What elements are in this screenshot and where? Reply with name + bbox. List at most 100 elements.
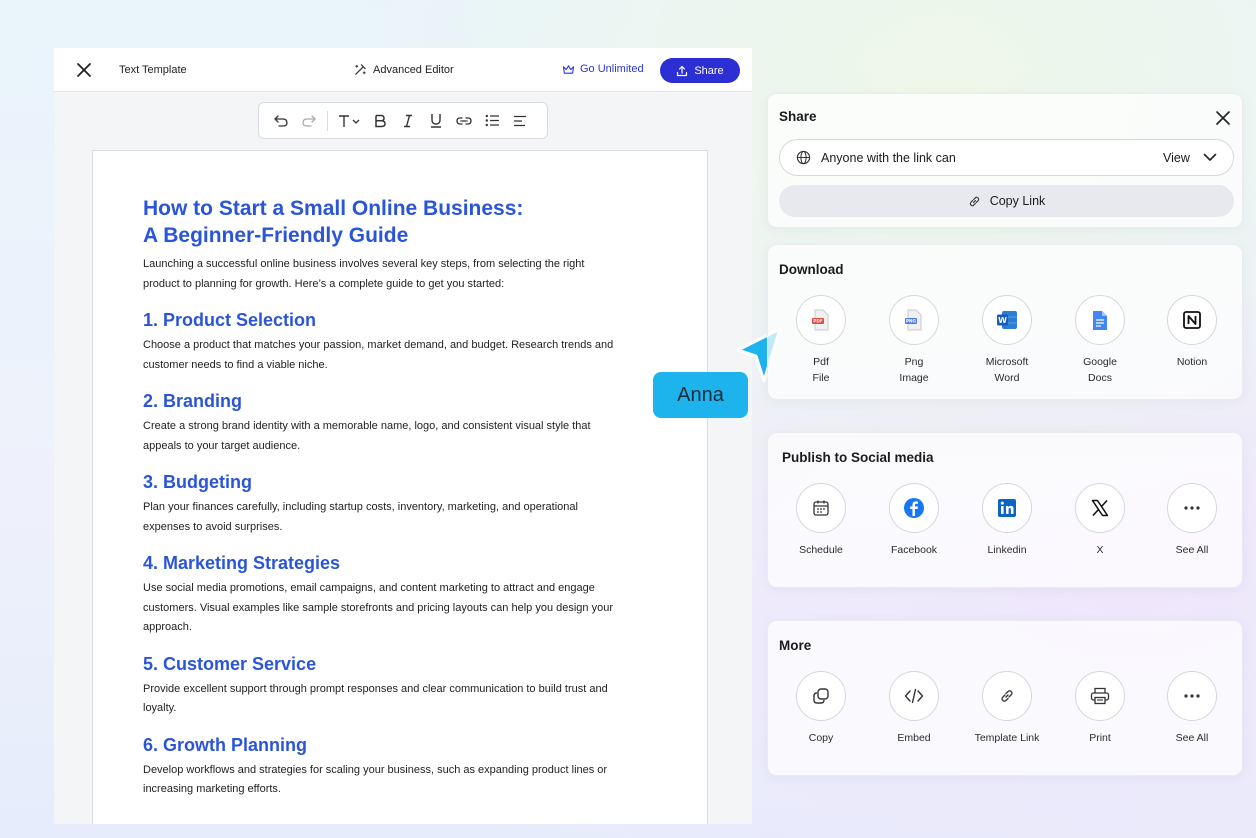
bullet-list-icon [485,114,499,127]
more-item-circle[interactable] [796,671,846,721]
more-item-template-link[interactable]: Template Link [964,671,1050,746]
section-text-line: expenses to avoid surprises. [143,520,283,533]
more-item-copy[interactable]: Copy [778,671,864,746]
section-heading: 4. Marketing Strategies [143,553,341,573]
link-icon [456,116,472,125]
social-item-label: See All [1175,544,1209,556]
toolbar-divider [327,110,328,131]
svg-text:W: W [998,316,1007,325]
text-style-dropdown[interactable] [332,107,366,135]
download-item-circle[interactable] [1167,295,1217,345]
social-item-see-all[interactable]: See All [1149,483,1235,558]
undo-button[interactable] [267,107,295,135]
link-icon [999,688,1015,704]
download-item-label-line2: Docs [1088,372,1112,384]
more-item-circle[interactable] [889,671,939,721]
more-item-circle[interactable] [982,671,1032,721]
linkedin-icon [997,498,1017,518]
more-item-label: Template Link [974,732,1040,744]
section-text-line: increasing marketing efforts. [143,783,281,795]
more-panel: More Copy Embed Template Link Print See All [767,620,1243,776]
advanced-editor-button[interactable]: Advanced Editor [354,63,454,76]
link-access-text: Anyone with the link can [821,151,956,165]
section-heading: 5. Customer Service [143,653,317,674]
more-item-circle[interactable] [1167,671,1217,721]
copy-link-button[interactable]: Copy Link [779,185,1234,217]
calendar-icon [812,499,830,517]
download-item-pdf[interactable]: PDF Pdf File [778,295,864,386]
download-panel: Download PDF Pdf File PNG Png Image W Microsoft… [767,244,1243,400]
bullet-list-button[interactable] [478,107,506,135]
download-item-google[interactable]: Google Docs [1057,295,1143,386]
underline-button[interactable] [422,107,450,135]
download-item-png[interactable]: PNG Png Image [871,295,957,386]
download-item-circle[interactable]: PNG [889,295,939,345]
link-icon [969,196,979,206]
section-text-line: Create a strong brand identity with a me… [143,420,591,432]
more-item-see-all[interactable]: See All [1149,671,1235,746]
facebook-icon [903,497,925,519]
word-icon: W [996,310,1018,330]
share-panel: Share Anyone with the link can View Copy… [767,93,1243,228]
underline-icon [431,114,441,128]
link-access-dropdown[interactable]: Anyone with the link can View [779,139,1234,176]
redo-icon [302,114,316,127]
section-text-line: Provide excellent support through prompt… [143,682,608,695]
go-unlimited-button[interactable]: Go Unlimited [562,63,644,75]
section-text-line: Use social media promotions, email campa… [143,582,595,594]
section-text-line: Plan your finances carefully, including … [143,501,578,513]
formatting-toolbar [258,102,548,139]
download-item-microsoft[interactable]: W Microsoft Word [964,295,1050,386]
social-item-label: X [1096,544,1104,556]
download-item-label: Microsoft Word [964,354,1050,386]
undo-icon [274,114,288,127]
link-button[interactable] [450,107,478,135]
social-item-schedule[interactable]: Schedule [778,483,864,558]
social-item-label: Linkedin [987,544,1027,556]
printer-icon [1090,687,1110,705]
download-item-circle[interactable]: PDF [796,295,846,345]
document-page[interactable]: How to Start a Small Online Business: A … [92,150,708,824]
download-item-notion[interactable]: Notion [1149,295,1235,370]
go-unlimited-label: Go Unlimited [580,63,644,75]
pdf-file-icon: PDF [811,309,831,331]
social-item-circle[interactable] [1167,483,1217,533]
png-image-icon: PNG [904,309,924,331]
section-text-line: approach. [143,621,192,633]
social-item-facebook[interactable]: Facebook [871,483,957,558]
download-item-label-line1: Pdf [813,356,829,368]
social-item-circle[interactable] [1075,483,1125,533]
more-item-circle[interactable] [1075,671,1125,721]
close-icon[interactable] [74,60,94,80]
align-button[interactable] [506,107,534,135]
more-item-print[interactable]: Print [1057,671,1143,746]
social-item-linkedin[interactable]: Linkedin [964,483,1050,558]
more-item-embed[interactable]: Embed [871,671,957,746]
notion-icon [1182,310,1202,330]
section-heading: 1. Product Selection [143,310,317,330]
share-button-label: Share [694,64,724,77]
more-item-label: Copy [808,732,834,744]
italic-button[interactable] [394,107,422,135]
download-item-circle[interactable]: W [982,295,1032,345]
redo-button[interactable] [295,107,323,135]
copy-icon [812,687,830,705]
social-item-circle[interactable] [889,483,939,533]
social-item-circle[interactable] [796,483,846,533]
document-content: How to Start a Small Online Business: A … [143,195,653,800]
advanced-editor-label: Advanced Editor [373,63,454,76]
globe-icon [796,150,811,165]
download-item-circle[interactable] [1075,295,1125,345]
social-item-x[interactable]: X [1057,483,1143,558]
collaborator-name-tag: Anna [653,372,748,418]
social-item-circle[interactable] [982,483,1032,533]
download-item-label-line2: Word [994,372,1020,384]
close-icon[interactable] [1214,109,1232,127]
align-left-icon [514,115,526,126]
bold-button[interactable] [366,107,394,135]
text-size-icon [339,114,360,127]
social-options: Schedule Facebook Linkedin X See All [778,483,1238,583]
share-button[interactable]: Share [660,58,740,83]
